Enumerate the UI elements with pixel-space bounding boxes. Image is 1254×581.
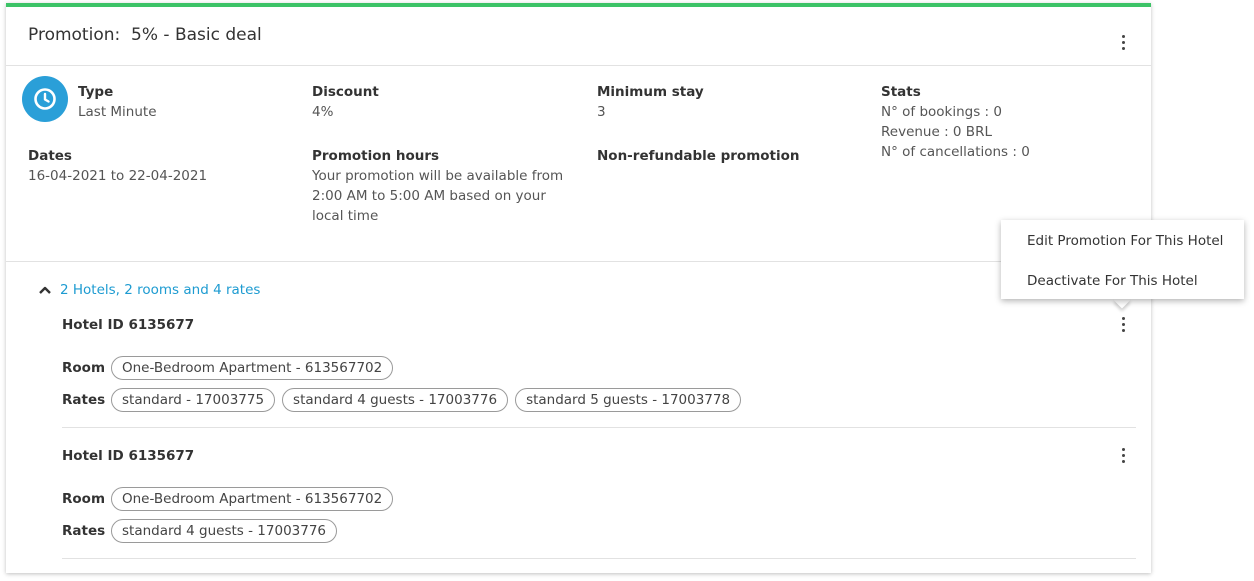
- non-refundable-block: Non-refundable promotion: [597, 146, 800, 166]
- rates-label: Rates: [62, 523, 106, 539]
- rate-chip: standard - 17003775: [111, 388, 276, 412]
- promotion-hours-line-1: Your promotion will be available from: [312, 168, 564, 184]
- type-block: Type Last Minute: [78, 82, 157, 122]
- rates-label: Rates: [62, 392, 106, 408]
- stats-cancellations: N° of cancellations : 0: [881, 144, 1030, 160]
- room-label: Room: [62, 360, 106, 376]
- room-row: Room One-Bedroom Apartment - 613567702: [62, 356, 394, 380]
- clock-icon: [22, 76, 68, 122]
- stats-revenue: Revenue : 0 BRL: [881, 124, 992, 140]
- hotel-context-menu: Edit Promotion For This Hotel Deactivate…: [1001, 220, 1244, 299]
- hotel-id: Hotel ID 6135677: [62, 448, 195, 464]
- promotion-hours-label: Promotion hours: [312, 148, 440, 164]
- minimum-stay-label: Minimum stay: [597, 84, 704, 100]
- stats-bookings: N° of bookings : 0: [881, 104, 1002, 120]
- room-chip: One-Bedroom Apartment - 613567702: [111, 487, 394, 511]
- rates-row: Rates standard - 17003775 standard 4 gue…: [62, 388, 742, 412]
- hotel-options-icon[interactable]: [1115, 313, 1131, 335]
- promotion-card: Promotion: 5% - Basic deal Type Last Min…: [6, 3, 1151, 573]
- non-refundable-label: Non-refundable promotion: [597, 148, 800, 164]
- hotels-toggle[interactable]: 2 Hotels, 2 rooms and 4 rates: [38, 282, 260, 298]
- minimum-stay-value: 3: [597, 104, 606, 120]
- deactivate-menu-item[interactable]: Deactivate For This Hotel: [1027, 273, 1198, 289]
- rate-chip: standard 4 guests - 17003776: [282, 388, 509, 412]
- room-row: Room One-Bedroom Apartment - 613567702: [62, 487, 394, 511]
- type-value: Last Minute: [78, 104, 157, 120]
- discount-block: Discount 4%: [312, 82, 379, 122]
- dates-block: Dates 16-04-2021 to 22-04-2021: [28, 146, 207, 186]
- dates-label: Dates: [28, 148, 72, 164]
- section-divider: [6, 261, 1151, 262]
- edit-promotion-menu-item[interactable]: Edit Promotion For This Hotel: [1027, 233, 1223, 249]
- room-label: Room: [62, 491, 106, 507]
- rate-chip: standard 5 guests - 17003778: [515, 388, 742, 412]
- promotion-hours-line-3: local time: [312, 208, 379, 224]
- room-chip: One-Bedroom Apartment - 613567702: [111, 356, 394, 380]
- hotel-divider: [62, 558, 1136, 559]
- promotion-hours-line-2: 2:00 AM to 5:00 AM based on your: [312, 188, 546, 204]
- type-label: Type: [78, 84, 114, 100]
- card-header: Promotion: 5% - Basic deal: [6, 7, 1151, 66]
- rate-chip: standard 4 guests - 17003776: [111, 519, 338, 543]
- promotion-hours-block: Promotion hours Your promotion will be a…: [312, 146, 563, 226]
- hotel-divider: [62, 427, 1136, 428]
- stats-label: Stats: [881, 84, 921, 100]
- hotel-options-icon[interactable]: [1115, 444, 1131, 466]
- stats-block: Stats N° of bookings : 0 Revenue : 0 BRL…: [881, 82, 1030, 162]
- rates-row: Rates standard 4 guests - 17003776: [62, 519, 338, 543]
- dates-value: 16-04-2021 to 22-04-2021: [28, 168, 208, 184]
- discount-label: Discount: [312, 84, 379, 100]
- hotel-id: Hotel ID 6135677: [62, 317, 195, 333]
- hotels-toggle-label: 2 Hotels, 2 rooms and 4 rates: [60, 282, 261, 298]
- discount-value: 4%: [312, 104, 334, 120]
- chevron-up-icon: [39, 286, 51, 294]
- minimum-stay-block: Minimum stay 3: [597, 82, 704, 122]
- promotion-options-icon[interactable]: [1115, 31, 1131, 53]
- promotion-title: Promotion: 5% - Basic deal: [28, 25, 262, 45]
